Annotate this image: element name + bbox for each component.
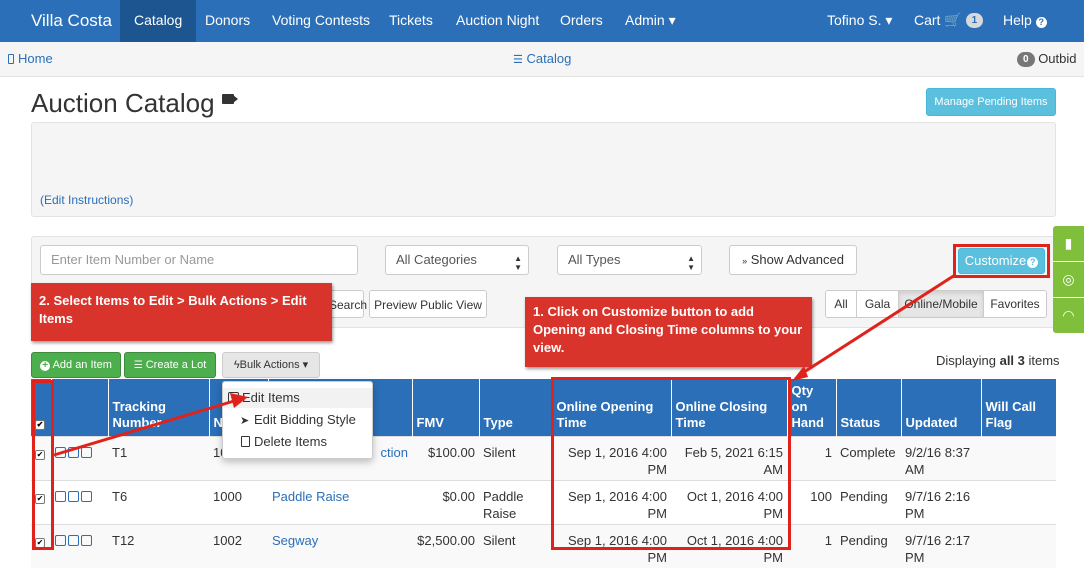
annotation-arrows — [0, 0, 1084, 550]
book-icon[interactable]: ▮ — [1053, 226, 1084, 261]
arrowhead-icon — [230, 393, 248, 408]
rss-icon[interactable]: ◠ — [1053, 298, 1084, 333]
lifebuoy-icon[interactable]: ◎ — [1053, 262, 1084, 297]
arrow-to-edit-items — [54, 401, 234, 455]
arrowhead-icon — [792, 366, 808, 381]
arrow-to-time-columns — [801, 275, 955, 374]
